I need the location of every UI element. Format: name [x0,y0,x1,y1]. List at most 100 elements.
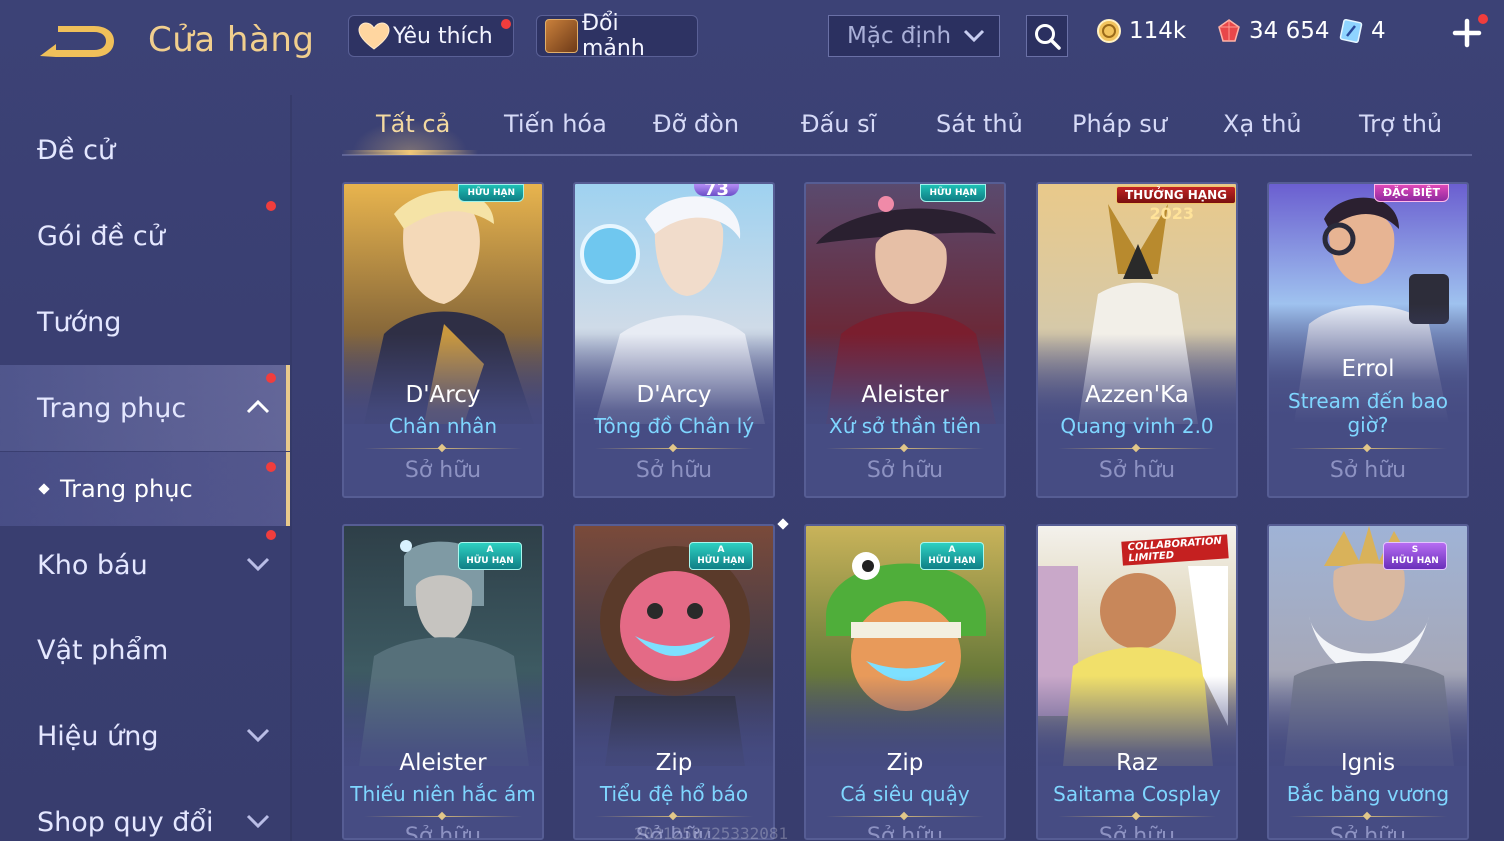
badge-grade: A [717,545,725,555]
search-icon [1035,24,1061,50]
sidebar-item-label: Vật phẩm [37,634,169,666]
chevron-down-icon [246,814,270,829]
voucher-balance: 4 [1338,18,1386,44]
hero-name: Azzen'Ka [1085,382,1189,408]
skin-card[interactable]: S HỮU HẠN Ignis Bắc băng vương Sở hữu [1267,524,1469,840]
ruby-amount: 34 654 [1249,18,1330,44]
hero-name: D'Arcy [636,382,712,408]
badge-grade: A [948,545,956,555]
voucher-amount: 4 [1371,18,1386,44]
search-button[interactable] [1026,15,1068,57]
back-arrow-icon[interactable] [36,22,118,62]
skin-name: Tông đồ Chân lý [593,414,755,438]
special-badge: ĐẶC BIỆT [1373,184,1449,202]
tab-marksman[interactable]: Xạ thủ [1223,110,1302,138]
sidebar-item-exchange-shop[interactable]: Shop quy đổi [0,779,290,841]
rank-a-badge: A HỮU HẠN [920,542,984,570]
plus-icon [1452,18,1482,48]
skin-card[interactable]: HỮU HẠN Aleister Xứ sở thần tiên Sở hữu [804,182,1006,498]
sidebar-item-label: Tướng [37,306,122,338]
sidebar-item-label: Đề cử [37,134,116,166]
level-badge: 73 [693,184,739,199]
skin-card[interactable]: 73 D'Arcy Tông đồ Chân lý Sở hữu [573,182,775,498]
tab-mage[interactable]: Pháp sư [1072,110,1167,138]
card-divider [364,448,522,449]
limited-badge: HỮU HẠN [458,184,524,202]
skin-name: Tiểu đệ hổ báo [599,782,749,806]
hero-name: Aleister [399,750,487,776]
card-divider [1289,816,1447,817]
owned-status: Sở hữu [1098,458,1176,483]
skin-name: Cá siêu quậy [840,782,970,806]
hero-name: D'Arcy [405,382,481,408]
favorites-button[interactable]: Yêu thích [348,15,514,57]
tab-evolution[interactable]: Tiến hóa [504,110,607,138]
card-divider [826,448,984,449]
tab-fighter[interactable]: Đấu sĩ [801,110,876,138]
notification-dot [501,19,511,29]
notification-dot [266,373,276,383]
ruby-balance: 34 654 [1216,18,1329,44]
badge-limited: HỮU HẠN [697,556,745,566]
sidebar-item-treasure[interactable]: Kho báu [0,522,290,608]
hero-name: Aleister [861,382,949,408]
fragment-exchange-label: Đổi mảnh [581,11,645,61]
owned-status: Sở hữu [404,458,482,483]
rank-a-badge: A HỮU HẠN [689,542,753,570]
tab-tank[interactable]: Đỡ đòn [653,110,739,138]
hero-name: Zip [655,750,693,776]
card-divider [1289,448,1447,449]
fragment-exchange-button[interactable]: Đổi mảnh [536,11,698,61]
skin-name: Saitama Cosplay [1053,782,1221,806]
rank-reward-badge: THƯỞNG HẠNG [1115,186,1236,204]
skin-name: Stream đến bao giờ? [1288,389,1448,437]
rank-year-badge: 2023 [1149,204,1194,223]
skin-card[interactable]: A HỮU HẠN Aleister Thiếu niên hắc ám Sở … [342,524,544,840]
sort-dropdown[interactable]: Mặc định [828,15,1000,57]
chevron-down-icon [246,557,270,572]
sidebar-divider [290,95,292,841]
owned-status: Sở hữu [866,824,944,840]
owned-status: Sở hữu [635,458,713,483]
sort-selected-value: Mặc định [847,23,952,49]
sidebar-item-featured-packs[interactable]: Gói đề cử [0,193,290,279]
sidebar-subitem-label: Trang phục [60,475,193,503]
sidebar-item-items[interactable]: Vật phẩm [0,607,290,693]
skin-card[interactable]: THƯỞNG HẠNG 2023 Azzen'Ka Quang vinh 2.0… [1036,182,1238,498]
skin-card[interactable]: COLLABORATION LIMITED Raz Saitama Cospla… [1036,524,1238,840]
topup-plus-button[interactable] [1452,14,1488,48]
hero-name: Zip [886,750,924,776]
sidebar-item-label: Trang phục [37,392,187,424]
bullet-diamond-icon [38,483,50,495]
chevron-down-icon [963,29,985,43]
watermark-id: 202125072533208​1 [634,824,789,841]
sidebar-item-heroes[interactable]: Tướng [0,279,290,365]
role-filter-tabs: Tất cả Tiến hóa Đỡ đòn Đấu sĩ Sát thủ Ph… [342,100,1472,156]
tab-all[interactable]: Tất cả [376,110,450,138]
card-divider [826,816,984,817]
gold-amount: 114k [1129,18,1187,44]
chevron-down-icon [246,728,270,743]
skin-card[interactable]: A HỮU HẠN Zip Cá siêu quậy Sở hữu [804,524,1006,840]
hero-name: Raz [1116,750,1158,776]
sidebar-item-label: Gói đề cử [37,220,165,252]
skin-card[interactable]: A HỮU HẠN Zip Tiểu đệ hổ báo Sở hữu [573,524,775,840]
skin-card[interactable]: HỮU HẠN D'Arcy Chân nhân Sở hữu [342,182,544,498]
gold-coin-icon [1097,19,1121,43]
sidebar-item-featured[interactable]: Đề cử [0,107,290,193]
skin-name: Chân nhân [388,414,498,438]
sidebar-item-skins[interactable]: Trang phục [0,365,290,451]
tab-assassin[interactable]: Sát thủ [936,110,1023,138]
skin-card[interactable]: ĐẶC BIỆT Errol Stream đến bao giờ? Sở hữ… [1267,182,1469,498]
notification-dot [1478,14,1488,24]
sidebar-subitem-skins[interactable]: Trang phục [0,452,290,526]
ruby-gem-icon [1218,19,1240,42]
sidebar-item-effects[interactable]: Hiệu ứng [0,693,290,779]
tab-support[interactable]: Trợ thủ [1359,110,1442,138]
chest-icon [545,19,578,53]
badge-limited: HỮU HẠN [466,556,514,566]
skin-name: Xứ sở thần tiên [829,414,981,438]
skin-name: Quang vinh 2.0 [1060,414,1214,438]
chevron-up-icon [246,399,270,414]
owned-status: Sở hữu [1329,824,1407,840]
